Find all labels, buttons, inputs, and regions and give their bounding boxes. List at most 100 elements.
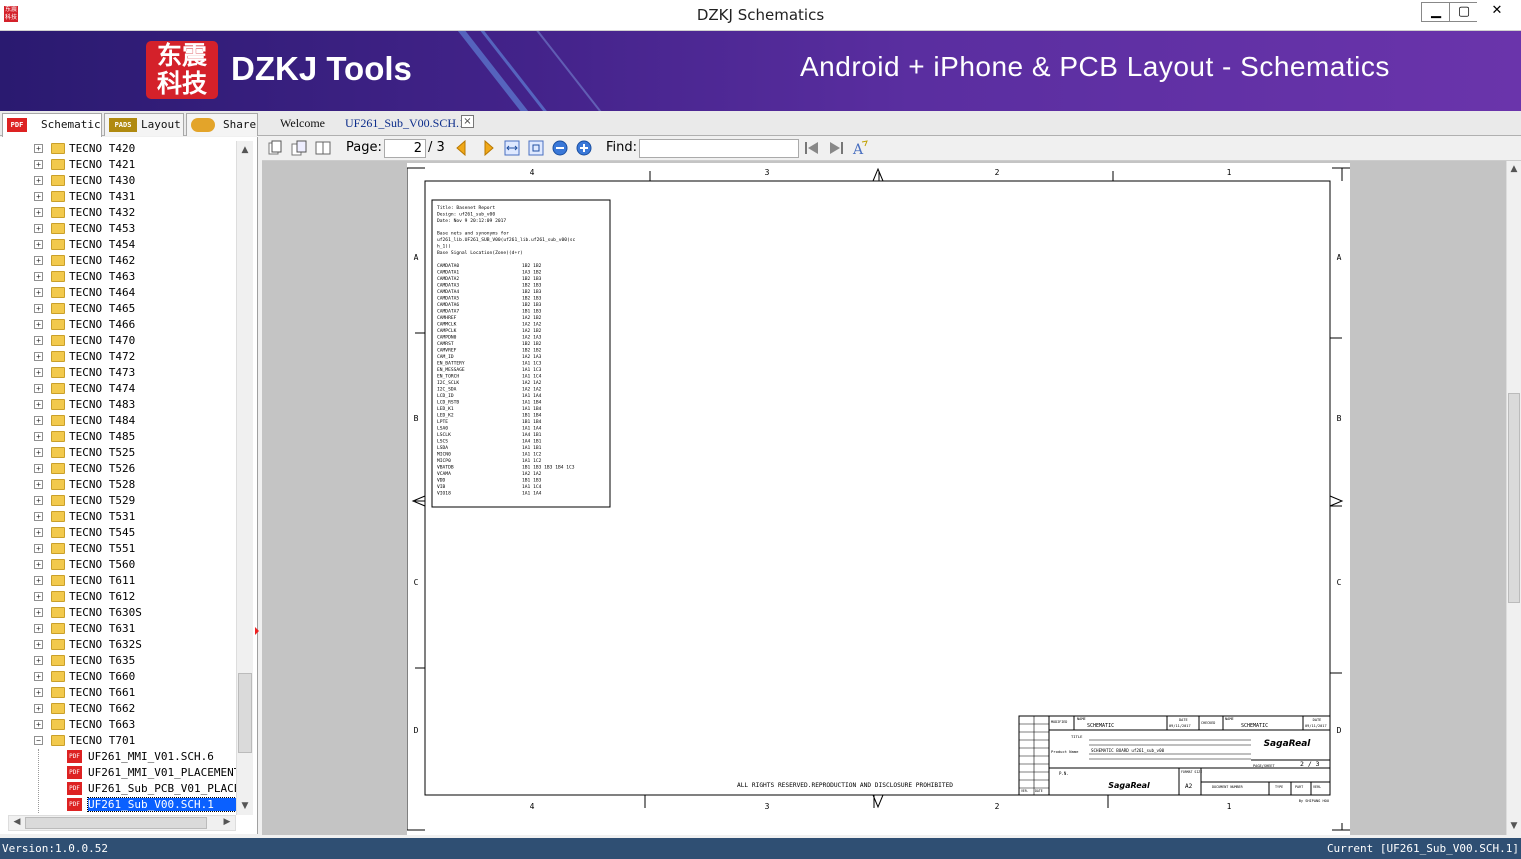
- copy-page-icon[interactable]: [291, 140, 307, 156]
- tree-scroll-thumb[interactable]: [238, 673, 252, 753]
- tree-folder-item[interactable]: + TECNO T472: [0, 349, 236, 365]
- expand-icon[interactable]: +: [34, 560, 43, 569]
- find-next-icon[interactable]: [828, 140, 844, 156]
- tree-folder-item[interactable]: + TECNO T611: [0, 573, 236, 589]
- tree-folder-item[interactable]: + TECNO T470: [0, 333, 236, 349]
- expand-icon[interactable]: +: [34, 288, 43, 297]
- expand-icon[interactable]: +: [34, 592, 43, 601]
- tree-folder-item[interactable]: + TECNO T531: [0, 509, 236, 525]
- expand-icon[interactable]: +: [34, 688, 43, 697]
- expand-icon[interactable]: +: [34, 528, 43, 537]
- splitter-arrow-icon[interactable]: [255, 627, 259, 635]
- tab-schematic[interactable]: PDF Schematic: [2, 113, 102, 137]
- next-page-icon[interactable]: [480, 140, 496, 156]
- tree-folder-item[interactable]: + TECNO T635: [0, 653, 236, 669]
- viewer-scroll-up-icon[interactable]: ▲: [1507, 164, 1521, 174]
- tree-folder-item[interactable]: + TECNO T454: [0, 237, 236, 253]
- expand-icon[interactable]: +: [34, 368, 43, 377]
- tree-folder-item[interactable]: + TECNO T631: [0, 621, 236, 637]
- expand-icon[interactable]: +: [34, 384, 43, 393]
- tree-folder-item[interactable]: + TECNO T630S: [0, 605, 236, 621]
- collapse-icon[interactable]: −: [34, 736, 43, 745]
- tree-folder-item[interactable]: + TECNO T462: [0, 253, 236, 269]
- expand-icon[interactable]: +: [34, 512, 43, 521]
- tree-folder-item[interactable]: + TECNO T526: [0, 461, 236, 477]
- expand-icon[interactable]: +: [34, 160, 43, 169]
- expand-icon[interactable]: +: [34, 624, 43, 633]
- expand-icon[interactable]: +: [34, 432, 43, 441]
- tree-folder-item[interactable]: + TECNO T465: [0, 301, 236, 317]
- tree-folder-item[interactable]: − TECNO T701: [0, 733, 236, 749]
- tree-folder-item[interactable]: + TECNO T473: [0, 365, 236, 381]
- find-previous-icon[interactable]: [804, 140, 820, 156]
- tree-vertical-scrollbar[interactable]: ▲ ▼: [236, 141, 253, 815]
- tree-folder-item[interactable]: + TECNO T453: [0, 221, 236, 237]
- tree-file-item[interactable]: PDF UF261_Sub_V00.SCH.1: [0, 797, 236, 813]
- scroll-up-icon[interactable]: ▲: [237, 145, 253, 155]
- expand-icon[interactable]: +: [34, 672, 43, 681]
- copy-icon[interactable]: [267, 140, 283, 156]
- scroll-down-icon[interactable]: ▼: [237, 801, 253, 811]
- tree-folder-item[interactable]: + TECNO T484: [0, 413, 236, 429]
- tree-folder-item[interactable]: + TECNO T551: [0, 541, 236, 557]
- expand-icon[interactable]: +: [34, 224, 43, 233]
- expand-icon[interactable]: +: [34, 256, 43, 265]
- tree-file-item[interactable]: PDF UF261_MMI_V01_PLACEMENT: [0, 765, 236, 781]
- zoom-in-icon[interactable]: [576, 140, 592, 156]
- expand-icon[interactable]: +: [34, 576, 43, 585]
- expand-icon[interactable]: +: [34, 720, 43, 729]
- expand-icon[interactable]: +: [34, 144, 43, 153]
- tree-hscroll-thumb[interactable]: [25, 817, 207, 829]
- expand-icon[interactable]: +: [34, 176, 43, 185]
- expand-icon[interactable]: +: [34, 208, 43, 217]
- tree-horizontal-scrollbar[interactable]: ◀ ▶: [8, 815, 236, 831]
- tree-folder-item[interactable]: + TECNO T663: [0, 717, 236, 733]
- highlight-text-icon[interactable]: A: [852, 140, 868, 156]
- tree-folder-item[interactable]: + TECNO T483: [0, 397, 236, 413]
- tab-share[interactable]: Share: [186, 113, 258, 136]
- viewer-scroll-thumb[interactable]: [1508, 393, 1520, 603]
- expand-icon[interactable]: +: [34, 416, 43, 425]
- tree-folder-item[interactable]: + TECNO T485: [0, 429, 236, 445]
- expand-icon[interactable]: +: [34, 320, 43, 329]
- expand-icon[interactable]: +: [34, 640, 43, 649]
- expand-icon[interactable]: +: [34, 496, 43, 505]
- tree-folder-item[interactable]: + TECNO T560: [0, 557, 236, 573]
- expand-icon[interactable]: +: [34, 448, 43, 457]
- expand-icon[interactable]: +: [34, 400, 43, 409]
- expand-icon[interactable]: +: [34, 352, 43, 361]
- tree-folder-item[interactable]: + TECNO T660: [0, 669, 236, 685]
- expand-icon[interactable]: +: [34, 544, 43, 553]
- minimize-button[interactable]: ▁: [1421, 2, 1451, 22]
- fit-page-icon[interactable]: [528, 140, 544, 156]
- expand-icon[interactable]: +: [34, 464, 43, 473]
- tree-folder-item[interactable]: + TECNO T632S: [0, 637, 236, 653]
- close-tab-icon[interactable]: ×: [461, 115, 474, 128]
- maximize-button[interactable]: ▢: [1449, 2, 1479, 22]
- tab-welcome[interactable]: Welcome: [280, 113, 325, 136]
- viewer-vertical-scrollbar[interactable]: ▲ ▼: [1506, 161, 1521, 835]
- tree-folder-item[interactable]: + TECNO T661: [0, 685, 236, 701]
- tree-folder-item[interactable]: + TECNO T466: [0, 317, 236, 333]
- tree-folder-item[interactable]: + TECNO T545: [0, 525, 236, 541]
- tree-file-item[interactable]: PDF UF261_Sub_PCB_V01_PLACEMENT: [0, 781, 236, 797]
- tree-folder-item[interactable]: + TECNO T612: [0, 589, 236, 605]
- tree-folder-item[interactable]: + TECNO T420: [0, 141, 236, 157]
- expand-icon[interactable]: +: [34, 704, 43, 713]
- find-input[interactable]: [639, 139, 799, 158]
- close-button[interactable]: ✕: [1477, 2, 1517, 22]
- tree-folder-item[interactable]: + TECNO T464: [0, 285, 236, 301]
- tree-folder-item[interactable]: + TECNO T529: [0, 493, 236, 509]
- expand-icon[interactable]: +: [34, 304, 43, 313]
- expand-icon[interactable]: +: [34, 656, 43, 665]
- tab-document[interactable]: UF261_Sub_V00.SCH.1: [345, 113, 465, 136]
- tab-layout[interactable]: PADS Layout: [104, 113, 184, 136]
- tree-folder-item[interactable]: + TECNO T432: [0, 205, 236, 221]
- expand-icon[interactable]: +: [34, 336, 43, 345]
- document-viewer[interactable]: 4 4 3 3 2 2 1 1 A A B B C C D D Title: Basenet Report Des…: [262, 161, 1506, 835]
- tree-folder-item[interactable]: + TECNO T421: [0, 157, 236, 173]
- tree-folder-item[interactable]: + TECNO T430: [0, 173, 236, 189]
- fit-width-icon[interactable]: [504, 140, 520, 156]
- expand-icon[interactable]: +: [34, 608, 43, 617]
- scroll-left-icon[interactable]: ◀: [9, 817, 25, 827]
